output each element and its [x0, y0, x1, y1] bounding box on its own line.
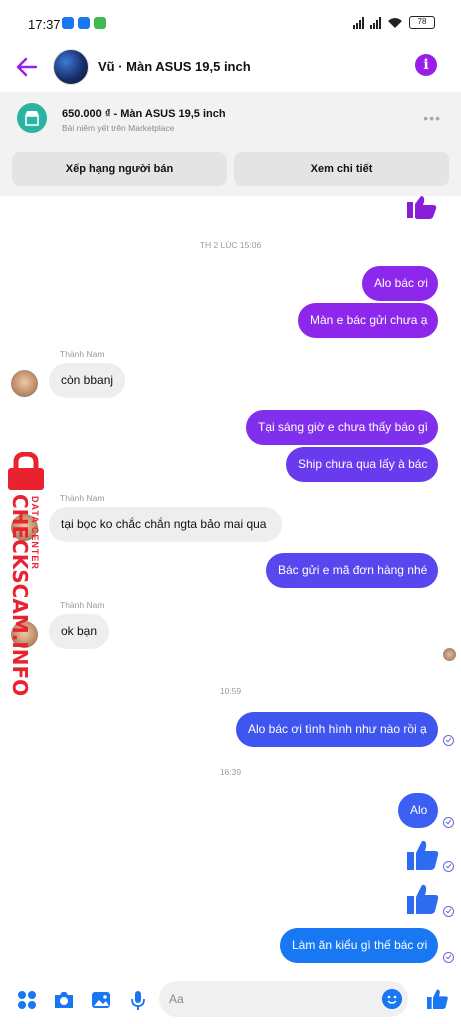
- conversation-header: Vũ · Màn ASUS 19,5 inch i: [0, 48, 461, 88]
- outgoing-message[interactable]: Màn e bác gửi chưa ạ: [298, 303, 438, 338]
- battery-icon: 78: [409, 16, 435, 29]
- camera-icon[interactable]: [53, 989, 75, 1011]
- apps-grid-icon[interactable]: [16, 989, 38, 1011]
- timestamp: 16:39: [219, 767, 242, 777]
- contact-avatar[interactable]: [53, 49, 89, 85]
- status-bar: 17:37 78: [0, 0, 461, 48]
- watermark: CHECKSCAM.INFO DATA CENTER: [2, 452, 50, 696]
- sent-check-icon: [443, 817, 454, 828]
- wifi-icon: [388, 17, 402, 28]
- listing-subtitle: Bài niêm yết trên Marketplace: [62, 123, 175, 133]
- thumbs-up-icon: [407, 196, 437, 219]
- emoji-icon[interactable]: [382, 989, 402, 1009]
- signal-icon: [370, 16, 381, 29]
- sent-check-icon: [443, 861, 454, 872]
- sender-name: Thành Nam: [60, 493, 105, 503]
- app-notification-icon: [94, 17, 106, 29]
- timestamp: 10:59: [219, 686, 242, 696]
- thumbs-up-icon[interactable]: [404, 882, 440, 916]
- conversation-title[interactable]: Vũ · Màn ASUS 19,5 inch: [98, 59, 251, 74]
- facebook-icon: [78, 17, 90, 29]
- sent-check-icon: [443, 952, 454, 963]
- outgoing-message[interactable]: Alo bác ơi tình hình như nào rồi ạ: [236, 712, 438, 747]
- lock-icon: [8, 452, 44, 490]
- outgoing-message[interactable]: Alo: [398, 793, 438, 828]
- thumbs-up-icon[interactable]: [425, 987, 449, 1011]
- message-input-container: [159, 981, 408, 1017]
- sender-name: Thành Nam: [60, 600, 105, 610]
- marketplace-shop-icon: [17, 103, 47, 133]
- marketplace-listing-panel: 650.000 ₫ - Màn ASUS 19,5 inch Bài niêm …: [0, 92, 461, 196]
- watermark-subtext: DATA CENTER: [30, 496, 40, 570]
- watermark-text: CHECKSCAM.INFO: [8, 494, 32, 697]
- outgoing-message[interactable]: Alo bác ơi: [362, 266, 438, 301]
- incoming-message[interactable]: còn bbanj: [49, 363, 125, 398]
- outgoing-message[interactable]: Bác gửi e mã đơn hàng nhé: [266, 553, 438, 588]
- sent-check-icon: [443, 906, 454, 917]
- sender-name: Thành Nam: [60, 349, 105, 359]
- incoming-message[interactable]: tại bọc ko chắc chắn ngta bảo mai qua: [49, 507, 282, 542]
- outgoing-message[interactable]: Tại sáng giờ e chưa thấy báo gì: [246, 410, 438, 445]
- message-input[interactable]: [159, 981, 359, 1017]
- incoming-message[interactable]: ok bạn: [49, 614, 109, 649]
- view-details-button[interactable]: Xem chi tiết: [234, 152, 449, 186]
- thumbs-up-icon[interactable]: [404, 838, 440, 872]
- gallery-icon[interactable]: [90, 989, 112, 1011]
- rate-seller-button[interactable]: Xếp hạng người bán: [12, 152, 227, 186]
- info-icon[interactable]: i: [415, 54, 437, 76]
- read-receipt-avatar: [443, 648, 456, 661]
- status-app-icons: [62, 17, 106, 29]
- outgoing-message[interactable]: Ship chưa qua lấy à bác: [286, 447, 438, 482]
- sent-check-icon: [443, 735, 454, 746]
- facebook-icon: [62, 17, 74, 29]
- status-right: 78: [353, 16, 435, 29]
- sender-avatar[interactable]: [11, 370, 38, 397]
- outgoing-message[interactable]: Làm ăn kiểu gì thế bác ơi: [280, 928, 438, 963]
- status-time: 17:37: [28, 17, 61, 32]
- microphone-icon[interactable]: [127, 989, 149, 1011]
- message-composer: [0, 976, 461, 1024]
- listing-title[interactable]: 650.000 ₫ - Màn ASUS 19,5 inch: [62, 108, 226, 120]
- timestamp: TH 2 LÚC 15:06: [199, 240, 262, 250]
- back-arrow-icon[interactable]: [14, 54, 40, 80]
- signal-icon: [353, 16, 364, 29]
- more-options-icon[interactable]: •••: [423, 110, 441, 126]
